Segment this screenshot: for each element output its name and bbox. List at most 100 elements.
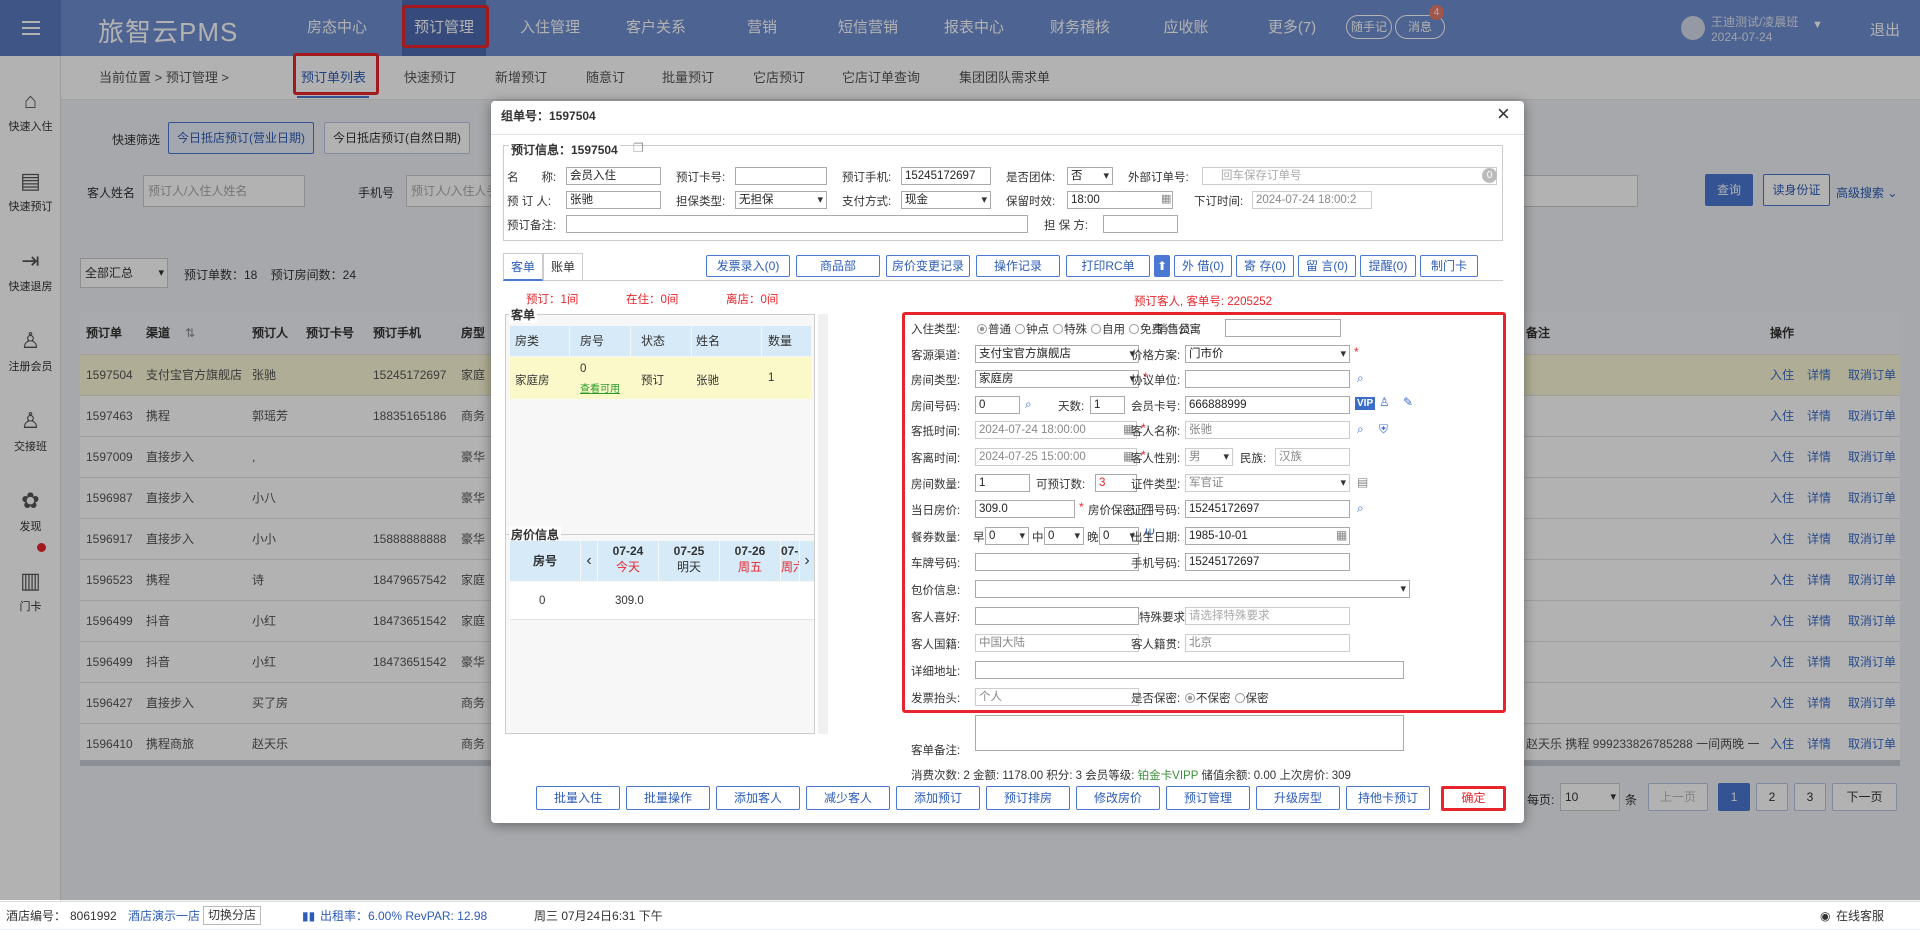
booker-input[interactable]: 张驰 <box>566 191 661 209</box>
price-value[interactable]: 309.0 <box>615 595 644 607</box>
member-card-input[interactable]: 666888999 <box>1185 396 1350 414</box>
name-input[interactable]: 会员入住 <box>566 167 661 185</box>
booked-count: 预订：1间 <box>526 294 579 306</box>
preference-input[interactable] <box>975 607 1139 625</box>
user-icon[interactable]: ♙ <box>1379 395 1390 409</box>
search-icon[interactable]: ⌕ <box>1357 501 1364 516</box>
ext-order-input[interactable]: 回车保存订单号 <box>1202 167 1497 185</box>
edit-icon[interactable]: ✎ <box>1403 395 1413 409</box>
invoice-entry-button[interactable]: 发票录入(0) <box>706 255 790 277</box>
hotel-name[interactable]: 酒店演示一店 <box>128 902 200 930</box>
remove-guest-button[interactable]: 减少客人 <box>806 786 890 810</box>
prev-date-icon[interactable]: ‹ <box>581 541 597 581</box>
rooms-input[interactable]: 1 <box>975 474 1030 492</box>
search-icon[interactable]: ⌕ <box>1025 397 1032 412</box>
guest-remark-textarea[interactable] <box>975 715 1404 751</box>
guarantee-select[interactable]: 无担保 <box>735 191 827 209</box>
guest-name-input[interactable]: 张驰 <box>1185 421 1350 439</box>
sex-select[interactable]: 男 <box>1185 448 1233 466</box>
guarantor-input[interactable] <box>1103 215 1178 233</box>
view-available-link[interactable]: 查看可用 <box>580 380 620 395</box>
add-guest-button[interactable]: 添加客人 <box>716 786 800 810</box>
birth-input[interactable]: 1985-10-01 <box>1185 527 1350 545</box>
nationality-label: 客人国籍: <box>911 639 961 651</box>
keep-time-input[interactable]: 18:00 <box>1067 191 1173 209</box>
arrive-time-input[interactable]: 2024-07-24 18:00:00 <box>975 421 1137 439</box>
radio-button[interactable] <box>1053 324 1063 334</box>
radio-button[interactable] <box>1129 324 1139 334</box>
plate-input[interactable] <box>975 553 1139 571</box>
group-select[interactable]: 否 <box>1067 167 1113 185</box>
phone-input[interactable]: 15245172697 <box>1185 553 1350 571</box>
nation-input[interactable]: 汉族 <box>1275 448 1350 466</box>
lunch-select[interactable]: 0 <box>1044 527 1084 545</box>
radio-button[interactable] <box>1015 324 1025 334</box>
make-card-button[interactable]: 制门卡 <box>1420 255 1478 277</box>
address-input[interactable] <box>975 661 1404 679</box>
copy-icon[interactable]: ❐ <box>633 141 644 155</box>
shield-icon[interactable]: ⛨ <box>1379 422 1388 437</box>
calendar-icon[interactable]: ▦ <box>1336 528 1347 542</box>
special-req-input[interactable]: 请选择特殊要求 <box>1185 607 1350 625</box>
batch-checkin-button[interactable]: 批量入住 <box>536 786 620 810</box>
info-icon[interactable]: 0 <box>1482 168 1497 183</box>
close-icon[interactable]: × <box>1497 101 1510 127</box>
depart-time-input[interactable]: 2024-07-25 15:00:00 <box>975 448 1137 466</box>
sales-input[interactable] <box>1225 319 1341 337</box>
package-select[interactable] <box>975 580 1410 598</box>
radio-button[interactable] <box>1234 693 1245 703</box>
tab-bill[interactable]: 账单 <box>543 253 583 281</box>
price-plan-select[interactable]: 门市价 <box>1185 345 1350 363</box>
add-booking-button[interactable]: 添加预订 <box>896 786 980 810</box>
reminder-button[interactable]: 提醒(0) <box>1360 255 1416 277</box>
id-card-icon[interactable]: ▤ <box>1357 475 1368 489</box>
booking-manage-button[interactable]: 预订管理 <box>1166 786 1250 810</box>
online-support-link[interactable]: 在线客服 <box>1836 902 1884 930</box>
price-scrollbar[interactable] <box>818 541 828 734</box>
origin-input[interactable]: 北京 <box>1185 634 1350 652</box>
keep-time-label: 保留时效: <box>1006 196 1056 208</box>
lend-button[interactable]: 外 借(0) <box>1174 255 1232 277</box>
tab-guest[interactable]: 客单 <box>503 253 543 281</box>
batch-operation-button[interactable]: 批量操作 <box>626 786 710 810</box>
room-type-select[interactable]: 家庭房 <box>975 370 1139 388</box>
source-select[interactable]: 支付宝官方旗舰店 <box>975 345 1139 363</box>
guest-col-qty: 数量 <box>762 326 811 356</box>
switch-store-button[interactable]: 切换分店 <box>203 906 262 925</box>
breakfast-select[interactable]: 0 <box>985 527 1029 545</box>
date-label: 07-27 <box>781 544 799 558</box>
print-rc-button[interactable]: 打印RC单 <box>1066 255 1150 277</box>
other-card-booking-button[interactable]: 持他卡预订 <box>1346 786 1430 810</box>
confirm-button[interactable]: 确定 <box>1441 786 1506 811</box>
id-type-select[interactable]: 军官证 <box>1185 474 1350 492</box>
assign-room-button[interactable]: 预订排房 <box>986 786 1070 810</box>
next-date-icon[interactable]: › <box>800 541 814 581</box>
daily-price-input[interactable]: 309.0 <box>975 500 1075 518</box>
id-no-input[interactable]: 15245172697 <box>1185 500 1350 518</box>
nation-label: 民族: <box>1240 453 1267 465</box>
upload-icon[interactable]: ⬆ <box>1154 255 1170 277</box>
calendar-icon[interactable]: ▦ <box>1161 192 1171 205</box>
radio-button[interactable] <box>977 324 987 334</box>
radio-button[interactable] <box>1185 693 1195 703</box>
card-input[interactable] <box>735 167 827 185</box>
message-button[interactable]: 留 言(0) <box>1298 255 1356 277</box>
radio-button[interactable] <box>1091 324 1101 334</box>
nationality-input[interactable]: 中国大陆 <box>975 634 1139 652</box>
search-icon[interactable]: ⌕ <box>1357 422 1364 437</box>
search-icon[interactable]: ⌕ <box>1357 371 1364 386</box>
payment-select[interactable]: 现金 <box>901 191 991 209</box>
upgrade-room-button[interactable]: 升级房型 <box>1256 786 1340 810</box>
price-change-log-button[interactable]: 房价变更记录 <box>886 255 970 277</box>
operation-log-button[interactable]: 操作记录 <box>976 255 1060 277</box>
days-input[interactable]: 1 <box>1090 396 1125 414</box>
booking-remark-input[interactable] <box>566 215 1028 233</box>
goods-button[interactable]: 商品部 <box>796 255 880 277</box>
agreement-label: 协议单位: <box>1131 375 1181 387</box>
invoice-input[interactable]: 个人 <box>975 688 1139 706</box>
room-no-input[interactable]: 0 <box>975 396 1020 414</box>
agreement-input[interactable] <box>1185 370 1350 388</box>
deposit-button[interactable]: 寄 存(0) <box>1236 255 1294 277</box>
modify-price-button[interactable]: 修改房价 <box>1076 786 1160 810</box>
mobile-input[interactable]: 15245172697 <box>901 167 991 185</box>
